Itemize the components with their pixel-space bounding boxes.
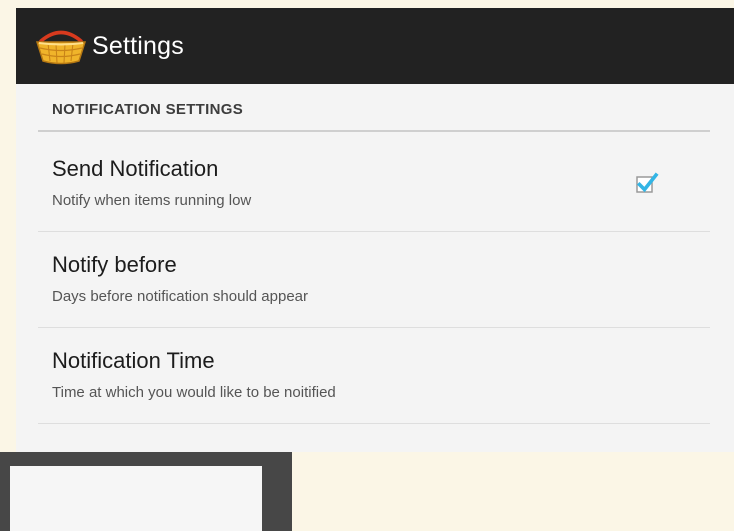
secondary-panel: [10, 466, 262, 531]
pref-title: Notification Time: [52, 348, 215, 373]
pref-title: Send Notification: [52, 156, 219, 181]
app-title: Settings: [92, 31, 184, 60]
pref-summary: Time at which you would like to be noiti…: [52, 384, 336, 401]
section-divider: [38, 130, 710, 132]
settings-screen: Settings NOTIFICATION SETTINGS Send Noti…: [16, 8, 734, 452]
section-header: NOTIFICATION SETTINGS: [52, 101, 244, 118]
action-bar: Settings: [16, 8, 734, 84]
basket-icon[interactable]: [34, 26, 88, 66]
pref-notify-before[interactable]: Notify before Days before notification s…: [38, 232, 710, 328]
send-notification-checkbox[interactable]: [635, 171, 659, 195]
pref-send-notification[interactable]: Send Notification Notify when items runn…: [38, 136, 710, 232]
secondary-screenshot: [0, 452, 292, 531]
pref-notification-time[interactable]: Notification Time Time at which you woul…: [38, 328, 710, 424]
pref-divider: [38, 423, 710, 424]
pref-summary: Notify when items running low: [52, 192, 252, 209]
preferences-list: NOTIFICATION SETTINGS Send Notification …: [16, 84, 734, 452]
pref-title: Notify before: [52, 252, 177, 277]
pref-summary: Days before notification should appear: [52, 288, 308, 305]
